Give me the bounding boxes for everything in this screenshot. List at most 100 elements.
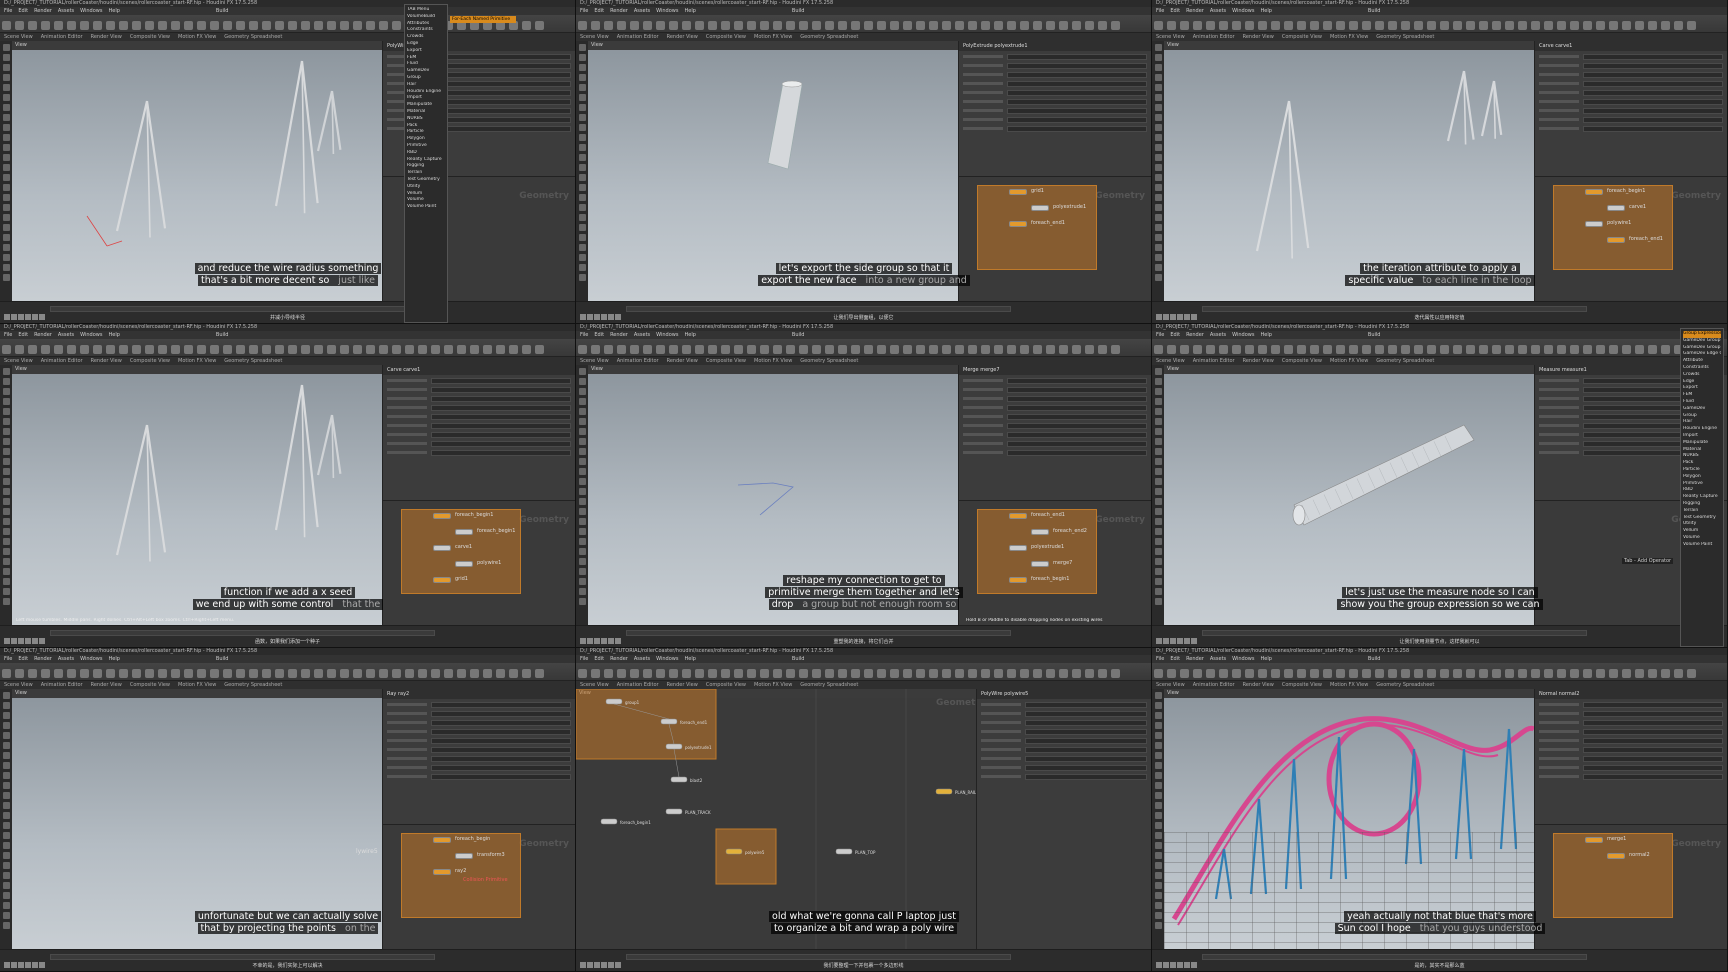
parameter-field[interactable]: [431, 377, 571, 384]
timeline-slider[interactable]: [626, 306, 1011, 312]
shelf-tool-icon[interactable]: [93, 669, 102, 678]
shelf-tool-icon[interactable]: [275, 21, 284, 30]
shelf-tool-icon[interactable]: [314, 669, 323, 678]
pane-tab[interactable]: Geometry Spreadsheet: [800, 358, 858, 364]
tab-menu-item[interactable]: Import: [407, 95, 445, 102]
shelf-tool-icon[interactable]: [1059, 345, 1068, 354]
shelf-tool-icon[interactable]: [496, 669, 505, 678]
shelf-tool-icon[interactable]: [929, 21, 938, 30]
desktop-selector[interactable]: Build: [1368, 332, 1381, 338]
shelf-tool-icon[interactable]: [643, 669, 652, 678]
pane-tab[interactable]: Geometry Spreadsheet: [224, 34, 282, 40]
tool-icon[interactable]: [1154, 842, 1162, 849]
shelf-tool-icon[interactable]: [1453, 345, 1462, 354]
shelf-tool-icon[interactable]: [981, 669, 990, 678]
parameter-field[interactable]: [431, 755, 571, 762]
pane-tab[interactable]: Animation Editor: [41, 358, 83, 364]
tool-icon[interactable]: [1154, 224, 1162, 231]
menu-item[interactable]: Edit: [1170, 656, 1180, 662]
shelf-tool-icon[interactable]: [929, 345, 938, 354]
tool-icon[interactable]: [1154, 882, 1162, 889]
shelf-tool-icon[interactable]: [1111, 669, 1120, 678]
tool-icon[interactable]: [2, 428, 10, 435]
network-node[interactable]: [1009, 221, 1027, 228]
shelf-tool-icon[interactable]: [132, 345, 141, 354]
network-node[interactable]: [1607, 853, 1625, 860]
shelf-tool-icon[interactable]: [288, 345, 297, 354]
parameter-field[interactable]: [1007, 395, 1147, 402]
shelf-tool-icon[interactable]: [1232, 21, 1241, 30]
menu-item[interactable]: Windows: [656, 8, 678, 14]
shelf-tool-icon[interactable]: [786, 21, 795, 30]
shelf-tool-icon[interactable]: [197, 669, 206, 678]
menu-item[interactable]: Assets: [1210, 656, 1226, 662]
tool-icon[interactable]: [578, 478, 586, 485]
menu-item[interactable]: Help: [1260, 332, 1271, 338]
pane-tab[interactable]: Animation Editor: [1193, 34, 1235, 40]
shelf-tool-icon[interactable]: [119, 669, 128, 678]
tab-menu-item[interactable]: Particle: [407, 129, 445, 136]
menu-item[interactable]: Render: [610, 656, 628, 662]
shelf-tool-icon[interactable]: [903, 21, 912, 30]
shelf-tool-icon[interactable]: [1323, 345, 1332, 354]
pane-tab[interactable]: Animation Editor: [41, 34, 83, 40]
shelf-tool-icon[interactable]: [1180, 21, 1189, 30]
parameter-field[interactable]: [1583, 728, 1723, 735]
tab-menu-item[interactable]: Group Expression: [1683, 331, 1721, 338]
menu-item[interactable]: Edit: [1170, 332, 1180, 338]
shelf-tool-icon[interactable]: [223, 21, 232, 30]
shelf-tool-icon[interactable]: [981, 345, 990, 354]
tool-icon[interactable]: [578, 368, 586, 375]
tool-icon[interactable]: [578, 54, 586, 61]
tool-icon[interactable]: [578, 408, 586, 415]
tool-icon[interactable]: [1154, 782, 1162, 789]
shelf-tool-icon[interactable]: [1193, 345, 1202, 354]
shelf-tool-icon[interactable]: [1085, 669, 1094, 678]
tab-menu-item[interactable]: Volume: [1683, 535, 1721, 542]
shelf-tool-icon[interactable]: [1648, 21, 1657, 30]
tool-icon[interactable]: [2, 722, 10, 729]
tab-menu-item[interactable]: GameDev: [1683, 406, 1721, 413]
tab-menu-item[interactable]: Edge: [1683, 379, 1721, 386]
pane-tab[interactable]: Animation Editor: [617, 34, 659, 40]
tool-icon[interactable]: [2, 588, 10, 595]
tool-icon[interactable]: [578, 274, 586, 281]
parameter-field[interactable]: [1007, 413, 1147, 420]
parameter-field[interactable]: [431, 53, 571, 60]
parameter-field[interactable]: [431, 395, 571, 402]
parameter-field[interactable]: [1007, 404, 1147, 411]
parameter-field[interactable]: [431, 737, 571, 744]
parameter-field[interactable]: [431, 125, 571, 132]
parameter-field[interactable]: [431, 746, 571, 753]
shelf-tool-icon[interactable]: [1193, 669, 1202, 678]
tool-icon[interactable]: [1154, 388, 1162, 395]
parameter-field[interactable]: [1007, 98, 1147, 105]
tab-menu-item[interactable]: Fluid: [407, 61, 445, 68]
tool-icon[interactable]: [2, 488, 10, 495]
shelf-tool-icon[interactable]: [1046, 669, 1055, 678]
tool-icon[interactable]: [1154, 762, 1162, 769]
shelf-tool-icon[interactable]: [1297, 21, 1306, 30]
shelf-tool-icon[interactable]: [1531, 21, 1540, 30]
shelf-tool-icon[interactable]: [1414, 669, 1423, 678]
shelf-tool-icon[interactable]: [301, 21, 310, 30]
parameter-row[interactable]: [981, 746, 1147, 753]
node-name-header[interactable]: Ray ray2: [383, 689, 575, 699]
shelf-tool-icon[interactable]: [1232, 345, 1241, 354]
tab-menu-item[interactable]: Test Geometry: [1683, 515, 1721, 522]
tab-menu-item[interactable]: Pack: [407, 123, 445, 130]
tab-menu-item[interactable]: Utility: [1683, 521, 1721, 528]
tool-icon[interactable]: [578, 184, 586, 191]
tab-menu-item[interactable]: Manipulate: [407, 102, 445, 109]
shelf-tool-icon[interactable]: [1180, 345, 1189, 354]
shelf-tool-icon[interactable]: [1596, 21, 1605, 30]
shelf-tool-icon[interactable]: [695, 21, 704, 30]
tab-menu-item[interactable]: FEM: [407, 55, 445, 62]
pane-tab[interactable]: Motion FX View: [754, 682, 792, 688]
shelf-tool-icon[interactable]: [1466, 345, 1475, 354]
shelf-tool-icon[interactable]: [132, 669, 141, 678]
shelf-tool-icon[interactable]: [15, 669, 24, 678]
parameter-field[interactable]: [1025, 710, 1147, 717]
shelf-tool-icon[interactable]: [1661, 669, 1670, 678]
tool-icon[interactable]: [1154, 398, 1162, 405]
